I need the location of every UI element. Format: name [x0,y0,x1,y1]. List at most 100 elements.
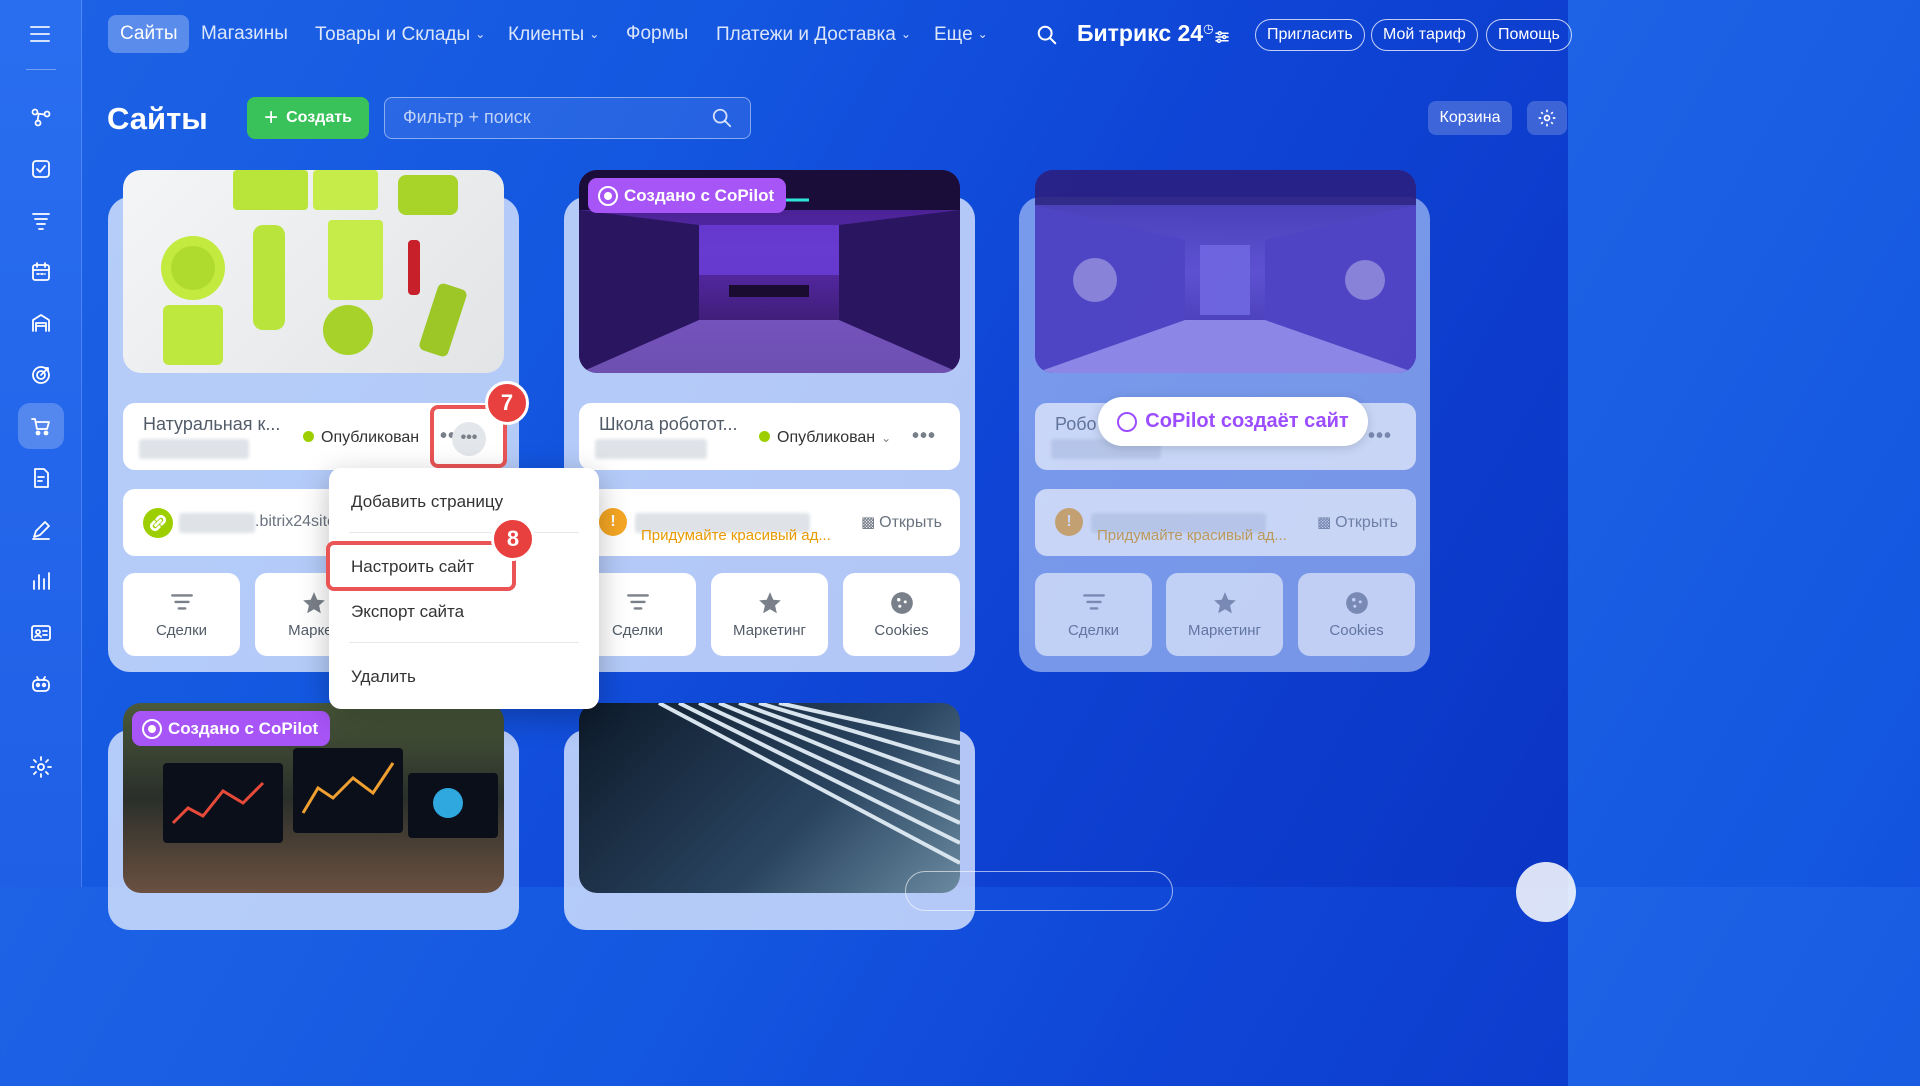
chevron-down-icon: ⌄ [881,431,892,445]
site-title-row: Школа роботот... Опубликован ⌄ ••• [579,403,960,470]
menu-item-add-page[interactable]: Добавить страницу [351,492,503,512]
domain-text [139,439,249,459]
status-dot [303,431,314,442]
contact-center-icon[interactable] [18,610,64,656]
trash-button[interactable]: Корзина [1428,101,1512,135]
tab-clients[interactable]: Клиенты ⌄ [508,15,599,53]
warning-icon: ! [599,508,627,536]
page-title: Сайты [107,101,208,136]
menu-icon[interactable] [30,26,50,47]
step-badge: 7 [485,381,529,425]
domain-warning: Придумайте красивый ад... [1097,527,1287,544]
status-badge[interactable]: Опубликован [303,429,419,447]
analytics-icon[interactable] [18,558,64,604]
create-button[interactable]: + Создать [247,97,369,139]
tab-forms[interactable]: Формы [626,15,688,53]
architecture-image [658,703,960,865]
site-link-row: ! Придумайте красивый ад... ▩ Открыть [1035,489,1416,556]
tab-payments[interactable]: Платежи и Доставка ⌄ [716,15,911,53]
open-button[interactable]: ▩ Открыть [861,513,942,532]
gear-icon [1538,109,1556,127]
status-dot [759,431,770,442]
filter-search[interactable] [384,97,751,139]
tasks-icon[interactable] [18,146,64,192]
cookies-tile[interactable]: Cookies [843,573,960,656]
url-prefix [179,513,255,533]
chat-bubble-icon[interactable] [1516,862,1576,922]
cookie-icon [890,592,913,614]
tariff-button[interactable]: Мой тариф [1371,19,1478,51]
site-name[interactable]: Натуральная к... [143,414,280,435]
tab-goods[interactable]: Товары и Склады ⌄ [315,15,485,53]
site-url[interactable]: .bitrix24site [255,513,336,531]
search-icon[interactable] [1036,24,1058,46]
warning-icon: ! [1055,508,1083,536]
tab-more[interactable]: Еще ⌄ [934,15,988,53]
domain-text [595,439,707,459]
star-icon [1213,592,1236,614]
cosmetics-image [161,170,467,365]
star-icon [302,592,325,614]
chevron-down-icon: ⌄ [475,27,486,41]
domain-warning[interactable]: Придумайте красивый ад... [641,527,831,544]
marketing-tile[interactable]: Маркетинг [711,573,828,656]
site-preview-image[interactable] [123,170,504,373]
left-sidebar [0,0,82,887]
chevron-down-icon: ⌄ [589,27,600,41]
help-button[interactable]: Помощь [1486,19,1572,51]
calendar-icon[interactable] [18,249,64,295]
document-icon[interactable] [18,455,64,501]
warehouse-icon[interactable] [18,300,64,346]
link-icon [143,508,173,538]
site-link-row: ! Придумайте красивый ад... ▩ Открыть [579,489,960,556]
crm-icon[interactable] [18,198,64,244]
sign-icon[interactable] [18,507,64,553]
menu-divider [349,532,579,533]
open-button: ▩ Открыть [1316,514,1398,531]
copilot-icon [142,718,162,739]
qr-icon: ▩ [860,514,876,531]
more-actions-icon[interactable]: ••• [452,422,486,456]
site-name: Робо [1055,414,1097,434]
target-icon[interactable] [18,352,64,398]
star-icon [758,592,781,614]
cookie-icon [1345,592,1368,614]
feed-icon[interactable] [18,94,64,140]
chevron-down-icon: ⌄ [900,27,911,41]
marketing-tile: Маркетинг [1166,573,1283,656]
funnel-icon [1082,594,1105,610]
chevron-down-icon: ⌄ [977,27,988,41]
sliders-icon[interactable] [1213,28,1231,46]
deals-tile: Сделки [1035,573,1152,656]
deals-tile[interactable]: Сделки [123,573,240,656]
create-label: Создать [286,109,352,126]
qr-icon: ▩ [1316,514,1332,531]
bottom-pill [905,871,1173,911]
funnel-icon [626,594,649,610]
status-badge[interactable]: Опубликован ⌄ [759,429,891,447]
menu-item-delete[interactable]: Удалить [351,667,416,687]
highlight-frame [326,541,516,591]
tab-shops[interactable]: Магазины [201,15,288,53]
robot-icon[interactable] [18,661,64,707]
page-settings-button[interactable] [1527,101,1567,135]
more-actions-button: ••• [1367,425,1392,447]
search-input[interactable] [403,98,703,137]
site-name[interactable]: Школа роботот... [599,414,738,435]
brand-logo: Битрикс 24◷ [1077,20,1214,46]
robot-factory-image [1035,170,1416,373]
invite-button[interactable]: Пригласить [1255,19,1365,51]
funnel-icon [170,594,193,610]
site-preview-image [1035,170,1416,373]
copilot-icon [1117,411,1138,432]
site-preview-image[interactable] [579,703,960,893]
shop-icon[interactable] [18,403,64,449]
copilot-creating-indicator: CoPilot создаёт сайт [1098,397,1368,446]
more-actions-button[interactable]: ••• [912,425,936,448]
menu-item-export[interactable]: Экспорт сайта [351,602,464,622]
search-icon[interactable] [711,107,733,129]
copilot-badge: Создано с CoPilot [588,178,787,213]
settings-icon[interactable] [18,744,64,790]
plus-icon: + [264,104,279,131]
tab-sites[interactable]: Сайты [108,15,190,53]
